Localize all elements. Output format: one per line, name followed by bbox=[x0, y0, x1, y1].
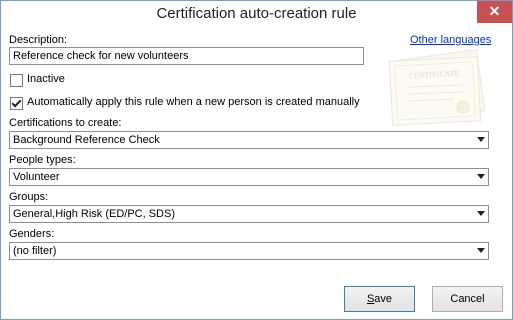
title-bar: Certification auto-creation rule ✕ bbox=[1, 1, 512, 30]
description-input[interactable]: Reference check for new volunteers bbox=[9, 47, 364, 65]
chevron-down-icon bbox=[477, 137, 485, 142]
close-icon: ✕ bbox=[488, 3, 501, 19]
genders-label: Genders: bbox=[9, 228, 55, 240]
chevron-down-icon bbox=[477, 174, 485, 179]
groups-value: General,High Risk (ED/PC, SDS) bbox=[13, 208, 175, 220]
certifications-value: Background Reference Check bbox=[13, 134, 160, 146]
other-languages-link[interactable]: Other languages bbox=[410, 34, 491, 46]
save-button[interactable]: Save bbox=[344, 286, 415, 312]
cancel-button[interactable]: Cancel bbox=[432, 286, 503, 312]
auto-apply-label: Automatically apply this rule when a new… bbox=[27, 96, 360, 108]
genders-dropdown[interactable]: (no filter) bbox=[9, 242, 489, 260]
close-button[interactable]: ✕ bbox=[477, 1, 512, 23]
auto-apply-checkbox-row[interactable]: Automatically apply this rule when a new… bbox=[10, 96, 380, 111]
people-types-dropdown[interactable]: Volunteer bbox=[9, 168, 489, 186]
chevron-down-icon bbox=[477, 211, 485, 216]
groups-dropdown[interactable]: General,High Risk (ED/PC, SDS) bbox=[9, 205, 489, 223]
dialog-window: Certification auto-creation rule ✕ Descr… bbox=[0, 0, 513, 320]
save-button-label: Save bbox=[366, 293, 393, 305]
certifications-dropdown[interactable]: Background Reference Check bbox=[9, 131, 489, 149]
people-types-value: Volunteer bbox=[13, 171, 60, 183]
inactive-checkbox-row[interactable]: Inactive bbox=[10, 73, 110, 88]
genders-value: (no filter) bbox=[13, 245, 57, 257]
description-label: Description: bbox=[9, 34, 68, 46]
people-types-label: People types: bbox=[9, 154, 76, 166]
auto-apply-checkbox[interactable] bbox=[10, 97, 23, 110]
inactive-label: Inactive bbox=[27, 73, 65, 85]
chevron-down-icon bbox=[477, 248, 485, 253]
inactive-checkbox[interactable] bbox=[10, 74, 23, 87]
certificate-watermark-image: CERTIFICATE bbox=[388, 49, 486, 126]
dialog-title: Certification auto-creation rule bbox=[156, 5, 357, 22]
certifications-label: Certifications to create: bbox=[9, 117, 122, 129]
groups-label: Groups: bbox=[9, 191, 49, 203]
